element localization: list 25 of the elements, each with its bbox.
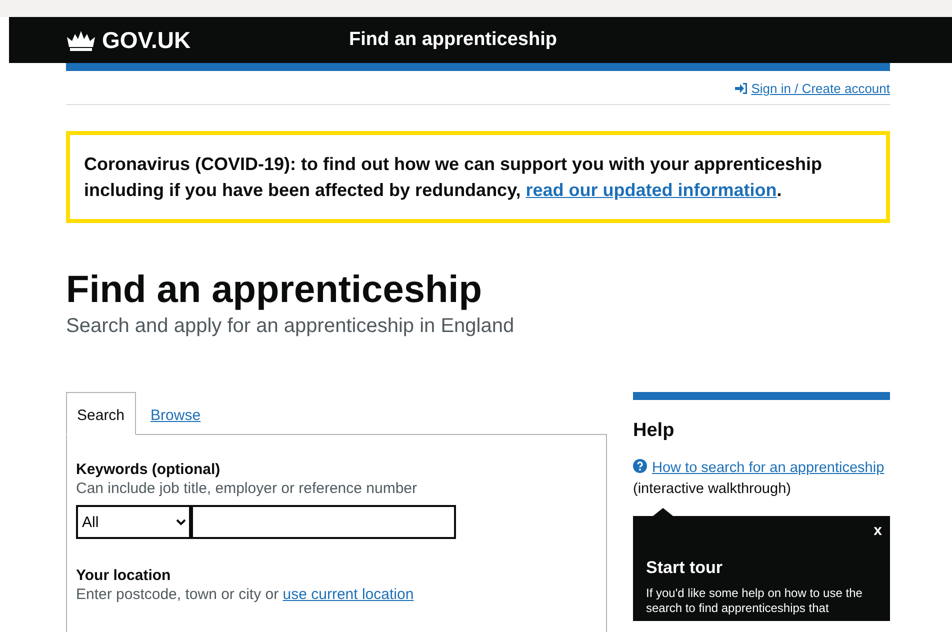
service-name[interactable]: Find an apprenticeship [349,29,557,51]
tab[interactable]: Search [66,392,136,435]
tour-text: If you'd like some help on how to use the search to find apprenticeships that [646,586,864,616]
keywords-hint: Can include job title, employer or reference number [76,480,418,497]
crown-icon [66,29,96,51]
page-title: Find an apprenticeship [66,268,483,313]
how-to-search-link[interactable]: How to search for an apprenticeship [652,460,884,476]
keywords-input[interactable] [191,505,456,539]
updated-information-link[interactable]: read our updated information [526,180,777,200]
current-location-link[interactable]: use current location [282,586,414,603]
tour-title: Start tour [646,558,724,578]
location-hint: Enter postcode, town or city or use current location [76,586,415,603]
question-icon [633,459,647,473]
covid-banner: Coronavirus (COVID-19): to find out how we can support you with your apprenticeship including if you have been affected by redundancy, read our updated information. [66,131,890,223]
logo-text[interactable]: GOV.UK [102,26,191,54]
close-button[interactable]: x [874,522,882,539]
location-label: Your location [76,567,172,584]
sign-in-icon [735,83,748,94]
keywords-label: Keywords (optional) [76,461,222,478]
tab[interactable]: Browse [140,392,212,435]
help-heading: Help [633,420,676,442]
sign-in-link[interactable]: Sign in / Create account [735,81,890,96]
help-text: How to search for an apprenticeship (interactive walkthrough) [633,458,886,499]
page-subtitle: Search and apply for an apprenticeship in England [66,315,516,338]
category-select[interactable]: All [76,505,191,539]
